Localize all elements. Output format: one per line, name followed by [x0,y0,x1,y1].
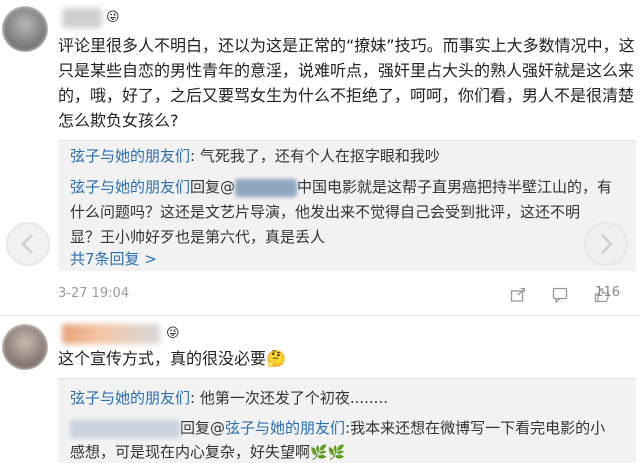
reply-mention-link[interactable]: 弦子与她的朋友们 [225,419,345,437]
reply-author-link[interactable]: 弦子与她的朋友们 [70,389,190,407]
chevron-right-icon [601,234,613,254]
like-count: 116 [595,285,620,300]
chevron-left-icon [21,234,33,254]
username-redacted[interactable] [62,324,160,344]
reply-item: 回复@弦子与她的朋友们:我本来还想在微博写一下看完电影的小 [70,415,605,441]
reply-box: 弦子与她的朋友们: 他第一次还发了个初夜........ 回复@弦子与她的朋友们… [58,378,636,463]
reply-author-link[interactable]: 弦子与她的朋友们 [70,147,190,165]
reply-text-cont: 感想，可是现在内心复杂，好失望啊 [70,443,311,461]
comment-text: 这个宣传方式，真的很没必要🤔 [58,346,640,371]
avatar[interactable] [2,6,48,52]
reply-box: 弦子与她的朋友们: 气死我了，还有个人在抠字眼和我吵 弦子与她的朋友们回复@ 中国… [58,140,636,271]
prev-arrow-button[interactable] [6,222,50,266]
leaf-emoji: 🌿🌿 [310,445,345,461]
reply-item: 弦子与她的朋友们: 他第一次还发了个初夜........ [70,385,388,411]
more-replies-link[interactable]: 共7条回复 > [70,246,157,272]
redacted-author[interactable] [70,419,180,438]
timestamp: 3-27 19:04 [58,286,130,301]
share-icon[interactable] [510,287,526,303]
reply-item: 弦子与她的朋友们回复@ 中国电影就是这帮子直男癌把持半壁江山的，有 [70,174,612,200]
reply-item-cont: 感想，可是现在内心复杂，好失望啊🌿🌿 [70,439,345,463]
username-badge-emoji: 😜 [166,326,180,341]
reply-text: 中国电影就是这帮子直男癌把持半壁江山的，有 [297,178,613,196]
comment-actions: 116 [510,285,620,305]
thinking-face-emoji: 🤔 [266,349,286,368]
reply-author-link[interactable]: 弦子与她的朋友们 [70,178,190,196]
comment-icon[interactable] [552,287,568,304]
comment-1: 😜 评论里很多人不明白，还以为这是正常的“撩妹”技巧。而事实上大多数情况中，这只… [0,0,640,312]
username-redacted[interactable] [62,8,102,28]
reply-text: : 他第一次还发了个初夜........ [190,389,388,407]
comment-text-content: 这个宣传方式，真的很没必要 [58,349,267,368]
next-arrow-button[interactable] [584,222,628,266]
username-badge-emoji: 😜 [106,10,120,25]
comment-divider [0,315,640,316]
reply-text: : 气死我了，还有个人在抠字眼和我吵 [190,147,440,165]
comment-text: 评论里很多人不明白，还以为这是正常的“撩妹”技巧。而事实上大多数情况中，这只是某… [58,36,635,130]
comment-2: 😜 这个宣传方式，真的很没必要🤔 弦子与她的朋友们: 他第一次还发了个初夜...… [0,318,640,463]
redacted-mention[interactable] [235,178,298,197]
reply-item: 弦子与她的朋友们: 气死我了，还有个人在抠字眼和我吵 [70,143,440,169]
reply-word: 回复@ [180,419,226,437]
reply-word: 回复@ [190,178,236,196]
avatar[interactable] [2,324,48,370]
reply-text-cont: 什么问题吗？这还是文艺片导演，他发出来不觉得自己会受到批评，这还不明 [70,203,581,221]
reply-text: :我本来还想在微博写一下看完电影的小 [345,419,606,437]
